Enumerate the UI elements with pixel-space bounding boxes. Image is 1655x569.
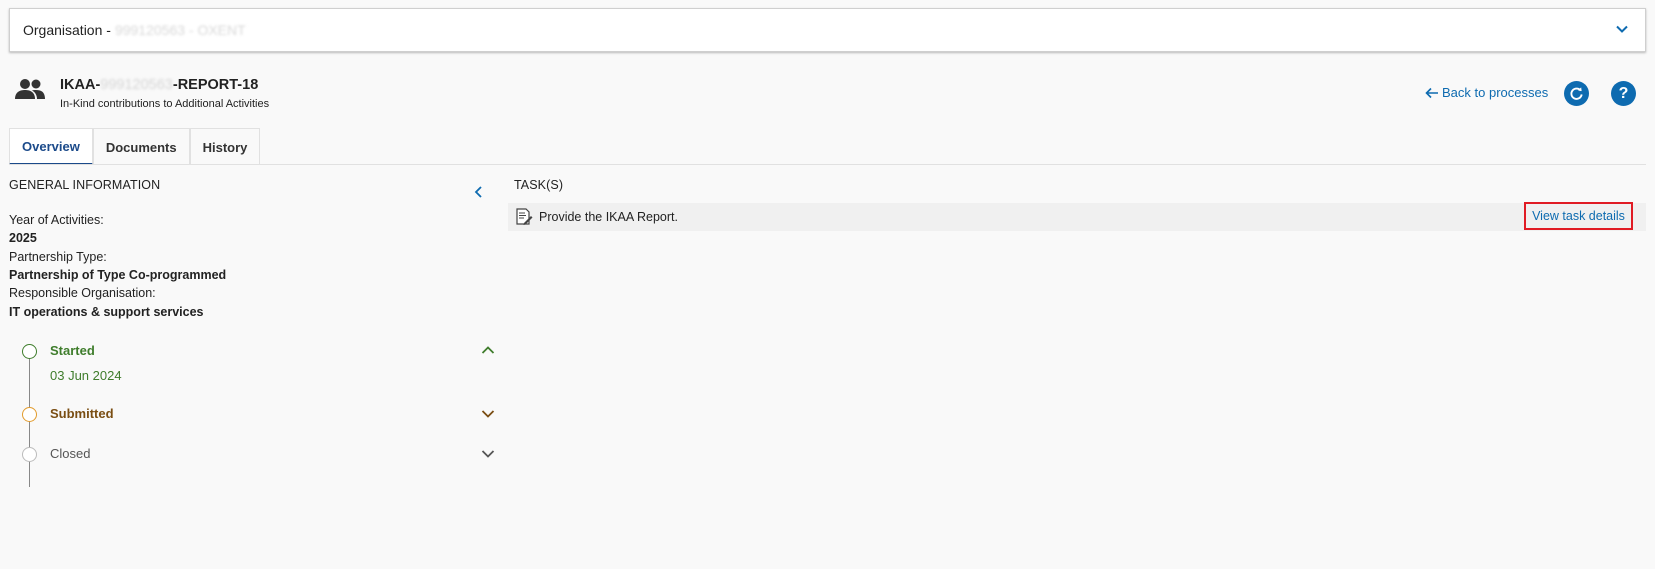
- timeline-started-label: Started: [50, 343, 95, 358]
- tab-history[interactable]: History: [189, 128, 261, 165]
- tabs-divider: [9, 164, 1646, 165]
- chevron-left-icon[interactable]: [474, 186, 484, 198]
- timeline-closed-label: Closed: [50, 446, 91, 461]
- back-to-processes-label: Back to processes: [1442, 85, 1549, 100]
- timeline-submitted-label: Submitted: [50, 406, 114, 421]
- organisation-selector[interactable]: Organisation - 999120563 - OXENT: [9, 8, 1646, 52]
- closed-status-icon: [22, 447, 37, 462]
- responsible-organisation-label: Responsible Organisation:: [9, 286, 156, 300]
- organisation-label: Organisation -: [23, 22, 111, 38]
- tab-overview[interactable]: Overview: [9, 128, 93, 165]
- partnership-type-label: Partnership Type:: [9, 250, 107, 264]
- edit-document-icon: [516, 208, 533, 225]
- chevron-up-icon[interactable]: [481, 345, 495, 355]
- view-task-details-link[interactable]: View task details: [1524, 202, 1633, 230]
- chevron-down-icon[interactable]: [1615, 22, 1629, 36]
- chevron-down-icon[interactable]: [481, 449, 495, 459]
- timeline-line: [29, 359, 30, 487]
- submitted-status-icon: [22, 407, 37, 422]
- year-label: Year of Activities:: [9, 213, 104, 227]
- process-subtitle: In-Kind contributions to Additional Acti…: [60, 98, 270, 110]
- help-icon: ?: [1618, 84, 1629, 102]
- year-value: 2025: [9, 231, 37, 245]
- back-to-processes-link[interactable]: Back to processes: [1425, 85, 1548, 100]
- process-title: IKAA-999120563-REPORT-18: [60, 77, 259, 93]
- help-button[interactable]: ?: [1611, 81, 1636, 106]
- general-information-title: GENERAL INFORMATION: [9, 178, 161, 192]
- users-icon: [15, 79, 45, 99]
- tab-documents[interactable]: Documents: [92, 128, 190, 165]
- refresh-icon: [1570, 87, 1583, 100]
- task-row: Provide the IKAA Report.: [508, 203, 1646, 231]
- arrow-left-icon: [1425, 87, 1438, 98]
- process-tabs: Overview Documents History: [9, 128, 261, 165]
- responsible-organisation-value: IT operations & support services: [9, 305, 204, 319]
- task-text: Provide the IKAA Report.: [539, 210, 678, 224]
- partnership-type-value: Partnership of Type Co-programmed: [9, 268, 227, 282]
- timeline-started-date: 03 Jun 2024: [50, 368, 122, 383]
- organisation-value: 999120563 - OXENT: [114, 22, 246, 38]
- tasks-title: TASK(S): [514, 178, 564, 192]
- started-status-icon: [22, 344, 37, 359]
- chevron-down-icon[interactable]: [481, 409, 495, 419]
- refresh-button[interactable]: [1564, 81, 1589, 106]
